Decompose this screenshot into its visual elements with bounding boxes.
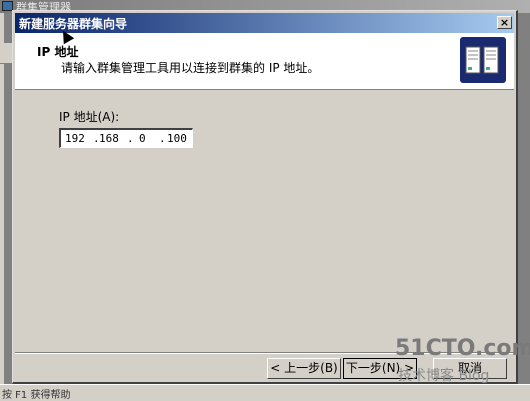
header-subtitle: 请输入群集管理工具用以连接到群集的 IP 地址。	[61, 61, 320, 75]
status-text: 按 F1 获得帮助	[2, 390, 71, 401]
back-button[interactable]: < 上一步(B)	[267, 358, 341, 379]
ip-dot: .	[159, 132, 166, 145]
wizard-header: IP 地址 请输入群集管理工具用以连接到群集的 IP 地址。	[15, 33, 514, 90]
wizard-body: IP 地址(A): 192 . 168 . 0 . 100	[15, 90, 514, 352]
background-left-strip	[0, 13, 4, 384]
ip-address-label: IP 地址(A):	[59, 110, 120, 124]
header-title: IP 地址	[37, 45, 79, 59]
new-cluster-wizard-dialog: 新建服务器群集向导 × IP 地址 请输入群集管理工具用以连接到群集的 IP 地…	[12, 10, 518, 384]
watermark-logo: 51CTO.com	[395, 336, 530, 361]
ip-dot: .	[127, 132, 134, 145]
dialog-title: 新建服务器群集向导	[19, 17, 128, 31]
ip-octet-1[interactable]: 192	[65, 132, 85, 145]
server-cluster-icon	[460, 37, 506, 83]
background-statusbar: 按 F1 获得帮助	[0, 384, 530, 401]
close-button[interactable]: ×	[497, 16, 512, 29]
watermark-subtitle: 技术博客 Blog	[398, 368, 490, 384]
dialog-titlebar[interactable]: 新建服务器群集向导 ×	[15, 13, 514, 33]
ip-octet-4[interactable]: 100	[167, 132, 187, 145]
ip-octet-3[interactable]: 0	[139, 132, 146, 145]
ip-address-input[interactable]: 192 . 168 . 0 . 100	[59, 128, 193, 148]
ip-octet-2[interactable]: 168	[99, 132, 119, 145]
